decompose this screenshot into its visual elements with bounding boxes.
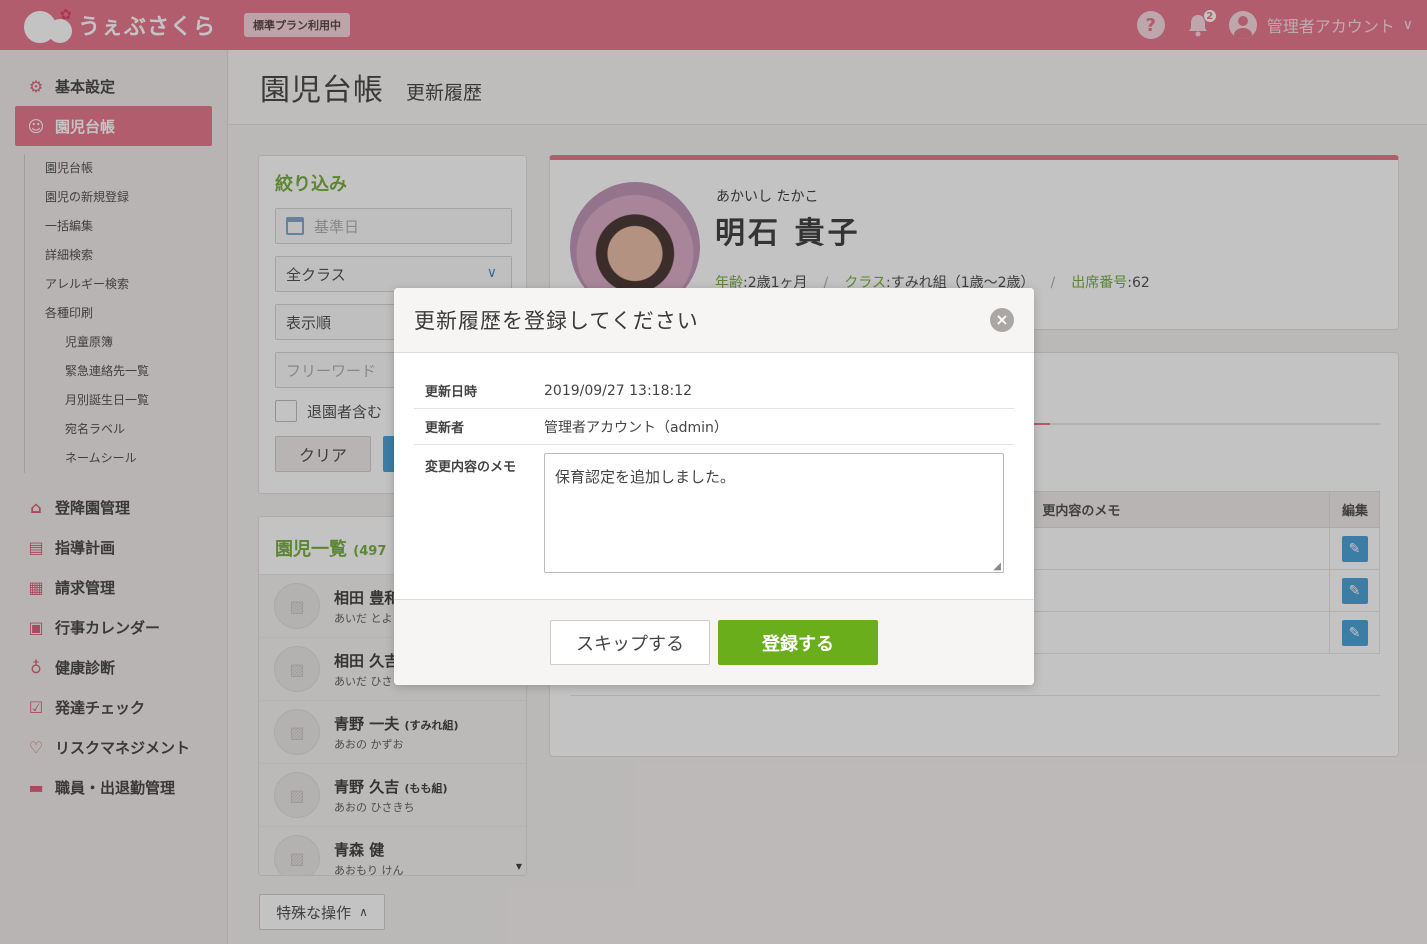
register-button[interactable]: 登録する bbox=[718, 620, 878, 665]
modal-title: 更新履歴を登録してください bbox=[414, 309, 699, 333]
updater-value: 管理者アカウント（admin） bbox=[544, 419, 728, 436]
update-datetime-label: 更新日時 bbox=[425, 385, 478, 400]
close-icon[interactable]: × bbox=[990, 308, 1014, 332]
update-datetime-value: 2019/09/27 13:18:12 bbox=[544, 382, 693, 399]
update-datetime-row: 更新日時 2019/09/27 13:18:12 bbox=[414, 373, 1014, 409]
updater-label: 更新者 bbox=[425, 421, 465, 436]
memo-label: 変更内容のメモ bbox=[425, 460, 517, 475]
skip-button[interactable]: スキップする bbox=[550, 620, 710, 665]
update-history-modal: 更新履歴を登録してください × 更新日時 2019/09/27 13:18:12… bbox=[394, 288, 1034, 685]
resize-grip-icon[interactable]: ◢ bbox=[993, 561, 1001, 572]
modal-footer: スキップする 登録する bbox=[394, 599, 1034, 685]
modal-header: 更新履歴を登録してください bbox=[394, 288, 1034, 353]
memo-row: 変更内容のメモ 保育認定を追加しました。 ◢ bbox=[414, 445, 1014, 573]
memo-text: 保育認定を追加しました。 bbox=[555, 468, 736, 486]
modal-body: 更新日時 2019/09/27 13:18:12 更新者 管理者アカウント（ad… bbox=[394, 353, 1034, 599]
memo-textarea[interactable]: 保育認定を追加しました。 ◢ bbox=[544, 453, 1004, 573]
updater-row: 更新者 管理者アカウント（admin） bbox=[414, 409, 1014, 445]
